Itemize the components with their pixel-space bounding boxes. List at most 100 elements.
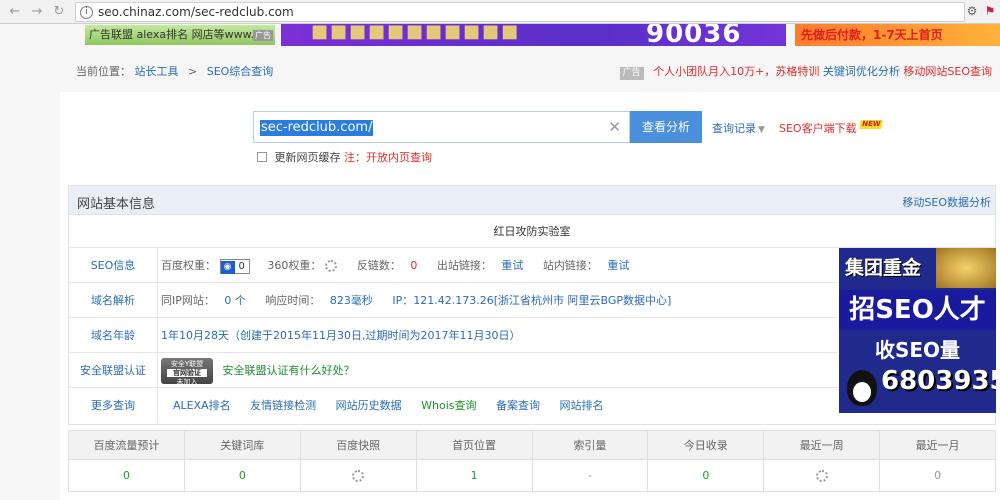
- history-data-link[interactable]: 网站历史数据: [336, 399, 402, 412]
- security-cert-row: 安全联盟认证 安全Y联盟 官网验证 未加入 安全联盟认证有什么好处？: [69, 353, 837, 388]
- same-ip-value[interactable]: 0 个: [224, 294, 246, 307]
- search-box: sec-redclub.com/ ✕: [253, 111, 630, 143]
- outlinks-retry-link[interactable]: 重试: [501, 259, 523, 272]
- ad-strip: 广告联盟 alexa排名 网店等www.ipla.com 广告 ■■■■■■■■…: [0, 24, 1000, 46]
- ad-tag: 广告: [253, 30, 273, 41]
- side-ad-line2: 招SEO人才: [839, 290, 996, 330]
- stats-header-row: 百度流量预计 关键词库 百度快照 首页位置 索引量 今日收录 最近一周 最近一月: [69, 431, 995, 460]
- stats-value[interactable]: 0: [123, 469, 130, 482]
- domain-age-values: 1年10月28天（创建于2015年11月30日,过期时间为2017年11月30日…: [161, 318, 520, 353]
- banner-ad-3[interactable]: 先做后付款，1-7天上首页: [795, 24, 1000, 46]
- analyze-button[interactable]: 查看分析: [630, 111, 702, 143]
- stats-header: 关键词库: [185, 431, 301, 459]
- address-bar[interactable]: i seo.chinaz.com/sec-redclub.com: [75, 2, 965, 22]
- whois-link[interactable]: Whois查询: [421, 399, 476, 412]
- mobile-seo-analysis-link[interactable]: 移动SEO数据分析: [902, 194, 991, 210]
- baidu-weight-value: 0: [238, 260, 245, 272]
- ip-address-link[interactable]: IP：121.42.173.26[浙江省杭州市 阿里云BGP数据中心]: [392, 294, 671, 307]
- info-icon[interactable]: i: [80, 6, 93, 19]
- stats-cell-index: -: [533, 460, 649, 492]
- domain-resolve-row: 域名解析 同IP网站： 0 个 响应时间： 823毫秒 IP：121.42.17…: [69, 283, 837, 318]
- back-icon[interactable]: ←: [6, 3, 24, 21]
- baidu-weight-badge[interactable]: ◉ 0: [219, 258, 250, 274]
- browser-toolbar: ← → ↻ i seo.chinaz.com/sec-redclub.com ⚙…: [0, 0, 1000, 24]
- banner-ad-2[interactable]: ■■■■■■■■■■■ 90036: [281, 24, 786, 46]
- security-benefit-link[interactable]: 安全联盟认证有什么好处？: [223, 364, 355, 377]
- domain-age-value[interactable]: 1年10月28天（创建于2015年11月30日,过期时间为2017年11月30日…: [161, 329, 520, 342]
- friend-link-check-link[interactable]: 友情链接检测: [250, 399, 316, 412]
- url-text[interactable]: seo.chinaz.com/sec-redclub.com: [98, 5, 294, 19]
- banner-ad-1[interactable]: 广告联盟 alexa排名 网店等www.ipla.com 广告: [85, 25, 275, 45]
- domain-resolve-values: 同IP网站： 0 个 响应时间： 823毫秒 IP：121.42.173.26[…: [161, 283, 671, 318]
- cert-badge-bottom: 未加入: [176, 378, 198, 386]
- outlinks-label: 出站链接：: [436, 259, 492, 272]
- side-ad[interactable]: 集团重金 招SEO人才 收SEO量 6803935: [839, 248, 996, 413]
- cache-label[interactable]: 更新网页缓存: [275, 151, 341, 164]
- stats-value-row: 0 0 1 - 0 0: [69, 460, 995, 492]
- domain-age-label[interactable]: 域名年龄: [69, 318, 158, 353]
- stats-header: 最近一月: [915, 439, 960, 452]
- loading-icon: [325, 260, 338, 272]
- seo-info-label[interactable]: SEO信息: [69, 248, 158, 283]
- qq-penguin-icon: [847, 370, 877, 406]
- new-badge: NEW: [858, 120, 883, 129]
- domain-resolve-label[interactable]: 域名解析: [69, 283, 158, 318]
- client-download-label: SEO客户端下载: [779, 122, 857, 135]
- mobile-seo-link[interactable]: 移动网站SEO查询: [903, 65, 992, 78]
- domain-age-row: 域名年龄 1年10月28天（创建于2015年11月30日,过期时间为2017年1…: [69, 318, 837, 353]
- keyword-analysis-link[interactable]: 关键词优化分析: [823, 65, 900, 78]
- seo-info-values: 百度权重： ◉ 0 360权重： 反链数： 0 出站链接： 重试 站内链接： 重试: [161, 248, 629, 283]
- side-ad-line3: 收SEO量: [874, 338, 961, 362]
- ad-tag: 广告: [619, 67, 644, 80]
- history-dropdown[interactable]: 查询记录 ▼: [712, 120, 765, 136]
- breadcrumb-separator: >: [188, 65, 198, 78]
- site-rank-link[interactable]: 网站排名: [560, 399, 604, 412]
- cert-badge-mid: 官网验证: [167, 369, 207, 377]
- stats-value: -: [587, 469, 592, 482]
- response-time-label: 响应时间：: [265, 294, 321, 307]
- inlinks-retry-link[interactable]: 重试: [607, 259, 629, 272]
- breadcrumb-row: 当前位置： 站长工具 > SEO综合查询 广告 个人小团队月入10万+，苏格特训…: [60, 56, 1000, 86]
- stats-value[interactable]: 0: [702, 469, 709, 482]
- site-title: 红日攻防实验室: [69, 215, 995, 248]
- stats-header: 最近一周: [764, 431, 881, 459]
- info-rows: SEO信息 百度权重： ◉ 0 360权重： 反链数： 0 出站链接： 重试 站内…: [69, 248, 837, 423]
- security-cert-badge[interactable]: 安全Y联盟 官网验证 未加入: [161, 358, 213, 386]
- breadcrumb-item-tools[interactable]: 站长工具: [135, 65, 179, 78]
- cache-checkbox[interactable]: [257, 152, 267, 162]
- alexa-rank-link[interactable]: ALEXA排名: [173, 399, 231, 412]
- stats-value: 0: [934, 469, 942, 482]
- stats-value[interactable]: 1: [471, 469, 478, 482]
- promo-link[interactable]: 个人小团队月入10万+，苏格特训: [653, 65, 819, 78]
- search-input-selection: sec-redclub.com/: [260, 120, 374, 136]
- clear-icon[interactable]: ✕: [608, 118, 621, 136]
- banner-ad-1-text: 广告联盟 alexa排名 网店等www.ipla.com: [89, 28, 275, 41]
- banner-ad-2-number: 90036: [646, 24, 742, 46]
- breadcrumb-item-seo[interactable]: SEO综合查询: [207, 65, 274, 78]
- stats-cell-week: [764, 460, 881, 492]
- stats-cell-baidu-traffic: 0: [69, 460, 185, 492]
- forward-icon[interactable]: →: [28, 3, 46, 21]
- same-ip-label: 同IP网站：: [161, 294, 215, 307]
- client-download-link[interactable]: SEO客户端下载 NEW: [779, 120, 883, 136]
- stats-header: 百度流量预计: [69, 431, 185, 459]
- security-cert-label[interactable]: 安全联盟认证: [69, 353, 158, 388]
- reload-icon[interactable]: ↻: [50, 3, 68, 21]
- baidu-weight-label: 百度权重：: [161, 259, 216, 272]
- baidu-paw-icon: ◉: [220, 260, 235, 274]
- extension-icon[interactable]: ⚑: [983, 4, 997, 18]
- stats-header: 首页位置: [417, 431, 533, 459]
- more-query-label[interactable]: 更多查询: [69, 388, 158, 423]
- backlinks-label: 反链数：: [356, 259, 401, 272]
- cache-option: 更新网页缓存 注：开放内页查询: [257, 149, 432, 165]
- security-cert-values: 安全Y联盟 官网验证 未加入 安全联盟认证有什么好处？: [161, 353, 355, 388]
- stats-header: 百度快照: [301, 431, 417, 459]
- panel-title: 网站基本信息: [77, 197, 156, 212]
- icp-record-link[interactable]: 备案查询: [496, 399, 540, 412]
- backlinks-value[interactable]: 0: [410, 259, 417, 272]
- breadcrumb: 当前位置： 站长工具 > SEO综合查询: [76, 63, 273, 79]
- stats-value[interactable]: 0: [239, 469, 246, 482]
- stats-table: 百度流量预计 关键词库 百度快照 首页位置 索引量 今日收录 最近一周 最近一月…: [68, 430, 996, 492]
- translate-icon[interactable]: ⚙: [965, 4, 979, 18]
- history-label: 查询记录: [712, 122, 756, 135]
